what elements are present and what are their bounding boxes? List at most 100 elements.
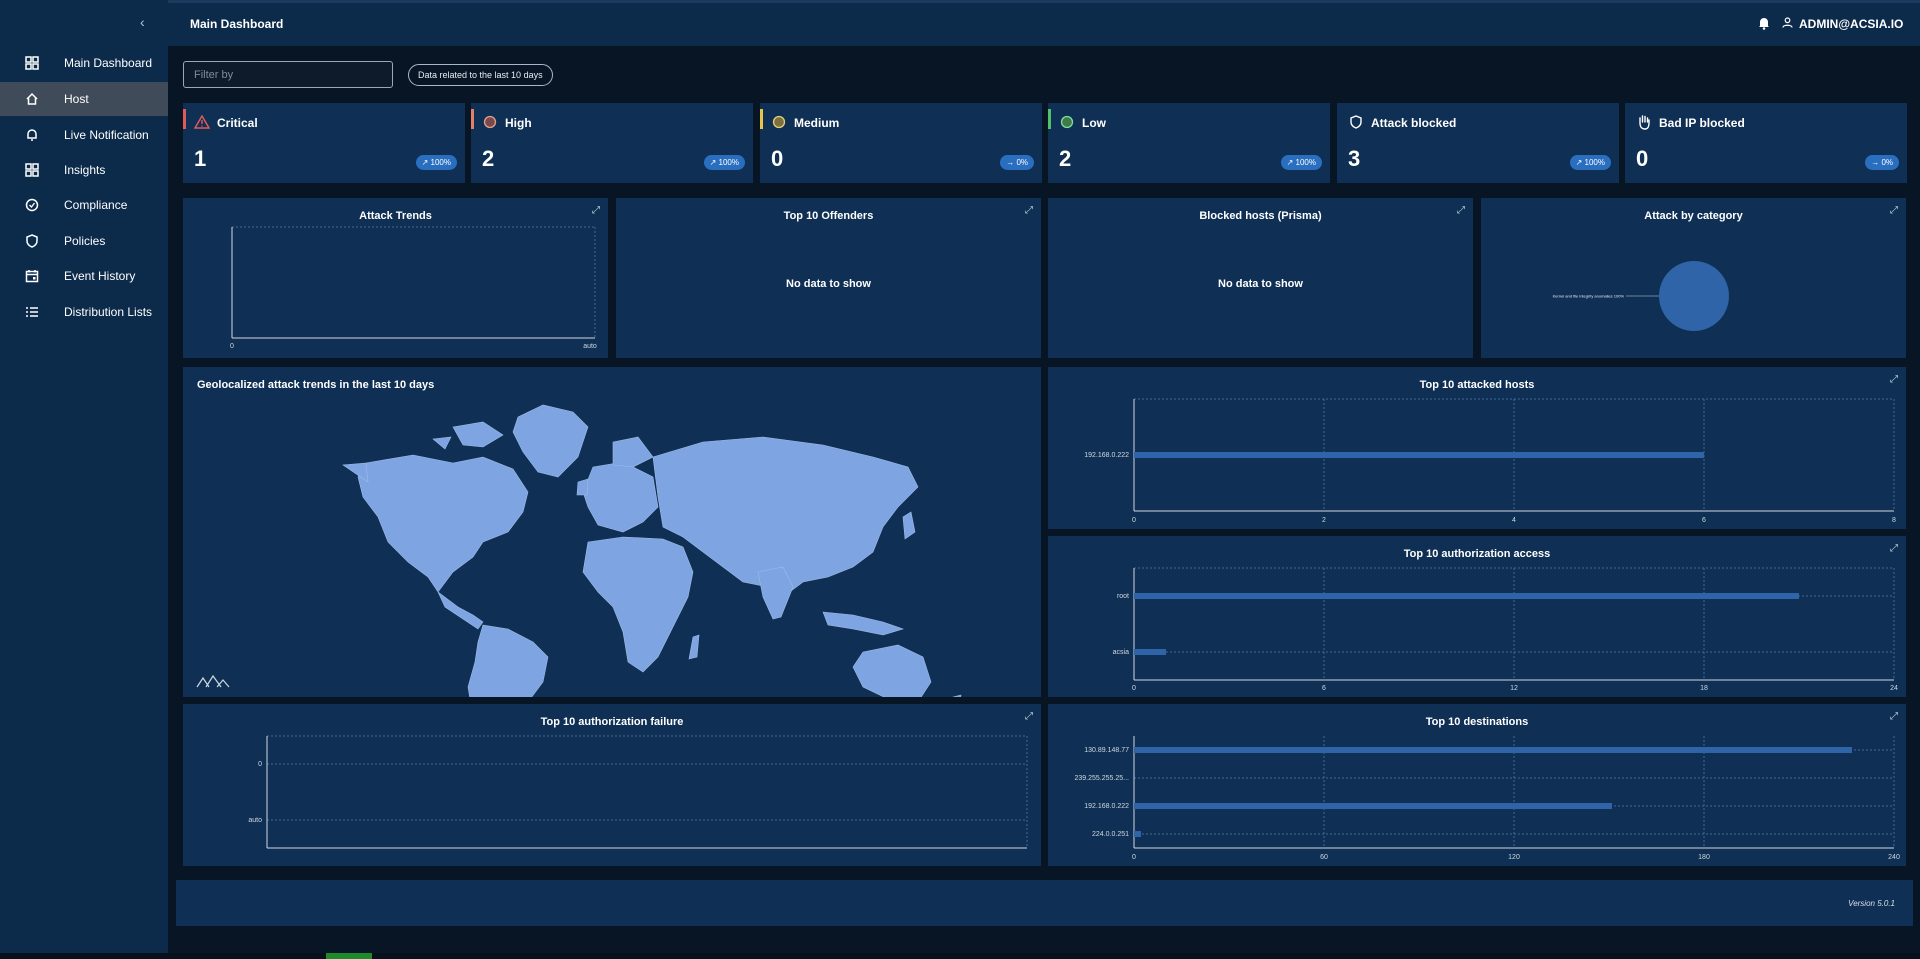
empty-state: No data to show	[786, 278, 871, 290]
x-tick-label: 4	[1512, 517, 1516, 524]
y-tick-label: acsia	[1113, 649, 1129, 656]
bottom-strip	[0, 953, 1920, 959]
notification-bell-icon[interactable]	[1758, 16, 1770, 35]
map-africa	[582, 536, 694, 673]
trend-up-icon: ↗	[1575, 158, 1585, 167]
date-range-chip[interactable]: Data related to the last 10 days	[408, 64, 553, 86]
x-tick-label: 120	[1508, 854, 1520, 861]
x-tick-label: 240	[1888, 854, 1900, 861]
sidebar-item-distribution-lists[interactable]: Distribution Lists	[0, 295, 168, 329]
card-bad-ip-blocked[interactable]: Bad IP blocked 0 → 0%	[1625, 103, 1907, 183]
map-japan	[902, 511, 916, 540]
sidebar-item-live-notification[interactable]: Live Notification	[0, 118, 168, 152]
panel-top-authorization-access: Top 10 authorization access ⤢ root acsia…	[1048, 536, 1906, 697]
filter-input[interactable]	[183, 61, 393, 88]
map-greenland	[512, 404, 589, 478]
x-tick-label: 18	[1700, 685, 1708, 692]
card-label: Low	[1082, 116, 1106, 130]
attack-category-chart: Kernel and file integrity anomalies 100%	[1553, 261, 1729, 331]
sidebar-item-host[interactable]: Host	[0, 82, 168, 116]
panel-attack-trends: Attack Trends ⤢ 0 auto	[183, 198, 608, 358]
card-value: 0	[1636, 146, 1649, 171]
sidebar-item-event-history[interactable]: Event History	[0, 259, 168, 293]
home-icon	[24, 91, 40, 107]
user-icon	[1782, 17, 1793, 31]
panel-attack-category: Attack by category ⤢ Kernel and file int…	[1481, 198, 1906, 358]
x-tick-label: 60	[1320, 854, 1328, 861]
sidebar-item-insights[interactable]: Insights	[0, 153, 168, 187]
y-tick-label: 130.89.148.77	[1084, 747, 1129, 754]
card-label: High	[505, 116, 532, 130]
bar	[1134, 831, 1141, 837]
card-medium[interactable]: Medium 0 → 0%	[760, 103, 1042, 183]
x-tick-label: 180	[1698, 854, 1710, 861]
card-label: Attack blocked	[1371, 116, 1457, 130]
x-tick-label: 24	[1890, 685, 1898, 692]
card-value: 3	[1348, 146, 1361, 171]
y-tick-label: 192.168.0.222	[1084, 803, 1129, 810]
bar	[1134, 649, 1166, 655]
version-label: Version 5.0.1	[1848, 899, 1895, 908]
destinations-chart: 130.89.148.77 239.255.255.25... 192.168.…	[1075, 736, 1900, 861]
dashboard-icon	[24, 55, 40, 71]
user-menu[interactable]: ADMIN@ACSIA.IO	[1782, 17, 1903, 31]
authorization-access-chart: root acsia 0 6 12 18 24	[1113, 567, 1898, 692]
map-central-america	[437, 591, 484, 630]
map-australia	[852, 644, 932, 697]
map-alaska	[342, 462, 369, 483]
y-tick-label: root	[1117, 593, 1129, 600]
bar	[1134, 803, 1612, 809]
top-bar: Main Dashboard ADMIN@ACSIA.IO	[168, 0, 1920, 46]
sidebar-item-label: Main Dashboard	[64, 56, 153, 70]
hand-icon	[1636, 114, 1652, 130]
calendar-icon	[24, 268, 40, 284]
panel-top-authorization-failure: Top 10 authorization failure ⤢ 0 auto	[183, 704, 1041, 866]
card-trend-badge: → 0%	[1865, 155, 1899, 170]
card-attack-blocked[interactable]: Attack blocked 3 ↗ 100%	[1337, 103, 1619, 183]
map-new-zealand	[952, 694, 962, 697]
map-uk	[576, 478, 589, 496]
authorization-failure-chart: 0 auto	[248, 735, 1028, 849]
card-value: 0	[771, 146, 784, 171]
x-tick-label: 0	[1132, 854, 1136, 861]
sidebar-item-label: Event History	[64, 269, 136, 283]
page-title: Main Dashboard	[190, 17, 284, 31]
card-critical[interactable]: Critical 1 ↗ 100%	[183, 103, 465, 183]
sidebar-collapse-button[interactable]: ‹	[140, 14, 145, 30]
trend-flat-icon: →	[1006, 158, 1017, 167]
y-tick-label: 239.255.255.25...	[1075, 775, 1130, 782]
circle-icon	[1059, 114, 1075, 130]
card-trend-badge: ↗ 100%	[1280, 155, 1322, 170]
user-name: ADMIN@ACSIA.IO	[1799, 17, 1904, 31]
card-value: 2	[482, 146, 495, 171]
x-tick-label: 6	[1322, 685, 1326, 692]
empty-state: No data to show	[1218, 278, 1303, 290]
x-tick-label: 2	[1322, 517, 1326, 524]
x-tick-label: 6	[1702, 517, 1706, 524]
sidebar-item-compliance[interactable]: Compliance	[0, 188, 168, 222]
expand-icon[interactable]: ⤢	[1457, 205, 1465, 216]
world-map	[196, 404, 962, 697]
card-low[interactable]: Low 2 ↗ 100%	[1048, 103, 1330, 183]
trend-up-icon: ↗	[421, 158, 431, 167]
panel-title: Blocked hosts (Prisma)	[1199, 210, 1322, 222]
pie-slice-label: Kernel and file integrity anomalies 100%	[1553, 294, 1625, 299]
x-tick-label: auto	[583, 343, 597, 350]
sidebar-item-label: Policies	[64, 234, 106, 248]
map-indonesia	[822, 611, 904, 636]
card-label: Bad IP blocked	[1659, 116, 1745, 130]
sidebar-item-main-dashboard[interactable]: Main Dashboard	[0, 46, 168, 80]
map-south-america	[467, 624, 549, 697]
expand-icon[interactable]: ⤢	[1025, 205, 1033, 216]
sidebar: ‹ Main Dashboard Host Live Notification …	[0, 0, 168, 953]
y-tick-label: auto	[248, 817, 262, 824]
shield-icon	[24, 233, 40, 249]
card-high[interactable]: High 2 ↗ 100%	[471, 103, 753, 183]
sidebar-item-policies[interactable]: Policies	[0, 224, 168, 258]
y-tick-label: 0	[258, 761, 262, 768]
severity-bar	[760, 109, 763, 129]
card-value: 2	[1059, 146, 1072, 171]
trend-up-icon: ↗	[1286, 158, 1296, 167]
sidebar-item-label: Host	[64, 92, 89, 106]
severity-bar	[183, 109, 186, 129]
